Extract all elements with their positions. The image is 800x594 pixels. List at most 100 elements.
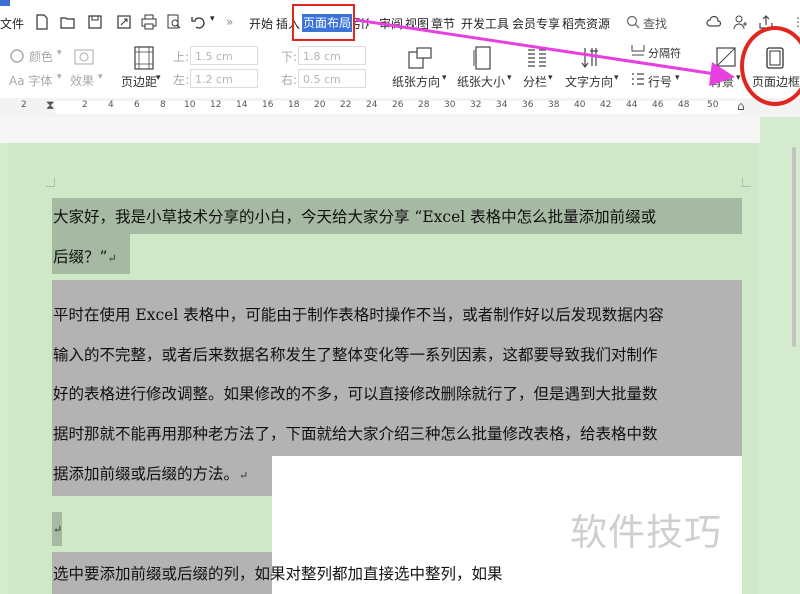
search-label[interactable]: 查找 [643,15,667,32]
margins-label[interactable]: 页边距 [121,73,157,90]
undo-icon[interactable] [191,14,207,30]
ruler-tick: 22 [340,100,352,110]
theme-color-icon[interactable] [8,49,26,63]
ruler-tick: 48 [678,100,690,110]
open-folder-icon[interactable] [60,14,76,30]
tab-review[interactable]: 审阅 [379,15,403,32]
document-line[interactable]: ↵ [53,519,62,537]
ruler-tick: 46 [652,100,664,110]
watermark-text: 软件技巧 [570,511,722,554]
effects-icon[interactable] [74,49,94,65]
text-direction-dropdown-icon[interactable]: ▾ [614,73,619,83]
ruler-tick: 8 [160,100,166,110]
search-icon[interactable] [625,14,641,30]
top-margin-input[interactable]: 1.5 cm [190,46,258,65]
ruler-tick: 26 [392,100,404,110]
document-line[interactable]: 选中要添加前缀或后缀的列，如果对整列都加直接选中整列，如果 [53,562,503,584]
scrollbar-thumb[interactable] [792,147,796,347]
ruler-tick: 24 [366,100,378,110]
ruler-tick: 4 [108,100,114,110]
font-dropdown-icon[interactable]: ▾ [57,72,62,82]
ruler-tick: 10 [184,100,196,110]
tab-member[interactable]: 会员专享 [512,15,560,32]
separator-icon[interactable] [630,45,646,57]
orientation-label[interactable]: 纸张方向 [392,73,440,90]
tab-docer-resources[interactable]: 稻壳资源 [562,15,610,32]
document-line[interactable]: 后缀？”↵ [53,245,117,267]
document-line[interactable]: 据添加前缀或后缀的方法。↵ [53,462,248,484]
left-margin-input[interactable]: 1.2 cm [190,69,258,88]
line-number-icon[interactable] [630,71,646,87]
ruler-tick: 16 [262,100,274,110]
bottom-margin-label: 下: [281,50,298,64]
indent-marker-icon[interactable]: ⧗ [46,98,54,113]
tab-developer[interactable]: 开发工具 [461,15,509,32]
file-icon[interactable] [34,14,50,30]
tab-section[interactable]: 章节 [431,15,455,32]
color-label[interactable]: 颜色 [29,48,53,65]
text-direction-label[interactable]: 文字方向 [565,73,613,90]
horizontal-ruler[interactable]: 2 ⧗ 2 4 6 8 10 12 14 16 18 20 22 24 26 2… [0,98,800,118]
print-preview-icon[interactable] [166,14,182,30]
ruler-tick: 12 [210,100,222,110]
document-line[interactable]: 大家好，我是小草技术分享的小白，今天给大家分享 “Excel 表格中怎么批量添加… [53,205,656,227]
document-line[interactable]: 平时在使用 Excel 表格中，可能由于制作表格时操作不当，或者制作好以后发现数… [53,303,664,325]
undo-dropdown-icon[interactable]: ▾ [210,14,215,24]
ruler-tick: 36 [522,100,534,110]
columns-dropdown-icon[interactable]: ▾ [548,73,553,83]
more-menu-icon[interactable]: ⋮ [792,15,800,29]
margins-icon[interactable] [133,46,155,70]
save-icon[interactable] [87,14,103,30]
more-tools-button[interactable]: » [226,15,233,29]
paper-size-label[interactable]: 纸张大小 [457,73,505,90]
vertical-scrollbar[interactable] [760,117,800,594]
right-margin-label: 右: [281,73,298,87]
orientation-dropdown-icon[interactable]: ▾ [442,73,447,83]
ruler-tick: 40 [574,100,586,110]
right-margin-input[interactable]: 0.5 cm [298,69,366,88]
paragraph-mark: ↵ [239,469,249,482]
text-direction-icon[interactable] [580,46,602,70]
background-icon[interactable] [715,46,737,68]
margin-corner-mark [46,178,55,187]
ruler-tick: 50 [707,100,719,110]
paper-size-dropdown-icon[interactable]: ▾ [507,73,512,83]
collaborate-icon[interactable] [732,14,748,30]
margin-corner-mark [742,178,751,187]
separator-label[interactable]: 分隔符 [648,44,688,60]
ruler-tick: 34 [496,100,508,110]
line-number-label[interactable]: 行号 [648,73,672,90]
tab-highlight-box [292,4,355,41]
top-margin-label: 上: [173,50,190,64]
ruler-tick: 38 [548,100,560,110]
background-label[interactable]: 背景 [710,73,734,90]
ribbon-toolbar: 颜色 ▾ Aa 字体 ▾ 效果 ▾ 页边距 ▾ 上: 1.5 cm 左: 1.2… [0,44,800,99]
bottom-margin-input[interactable]: 1.8 cm [298,46,366,65]
tab-view[interactable]: 视图 [405,15,429,32]
window-tab-indicator [0,0,10,6]
tab-start[interactable]: 开始 [249,15,273,32]
orientation-icon[interactable] [407,46,433,70]
document-line[interactable]: 输入的不完整，或者后来数据名称发生了整体变化等一系列因素，这都要导致我们对制作 [53,343,658,365]
document-line[interactable]: 好的表格进行修改调整。如果修改的不多，可以直接修改删除就行了，但是遇到大批量数 [53,382,658,404]
cloud-sync-icon[interactable] [706,14,722,30]
document-line[interactable]: 据时那就不能再用那种老方法了，下面就给大家介绍三种怎么批量修改表格，给表格中数 [53,422,658,444]
ruler-tick: 6 [134,100,140,110]
ruler-tick: 2 [21,100,27,110]
right-indent-marker-icon[interactable]: ⌂ [737,99,745,113]
print-icon[interactable] [141,14,157,30]
effects-dropdown-icon[interactable]: ▾ [98,72,103,82]
file-menu[interactable]: 文件 [0,15,24,32]
line-number-dropdown-icon[interactable]: ▾ [675,73,680,83]
ruler-tick: 20 [314,100,326,110]
color-dropdown-icon[interactable]: ▾ [57,48,62,58]
ruler-tick: 42 [600,100,612,110]
export-pdf-icon[interactable] [116,14,132,30]
font-label[interactable]: Aa 字体 [9,72,52,89]
tab-references[interactable]: 引用 [353,15,369,32]
effects-label[interactable]: 效果 [70,72,94,89]
columns-icon[interactable] [526,47,548,69]
columns-label[interactable]: 分栏 [523,73,547,90]
margins-dropdown-icon[interactable]: ▾ [156,73,161,83]
paper-size-icon[interactable] [473,46,493,70]
